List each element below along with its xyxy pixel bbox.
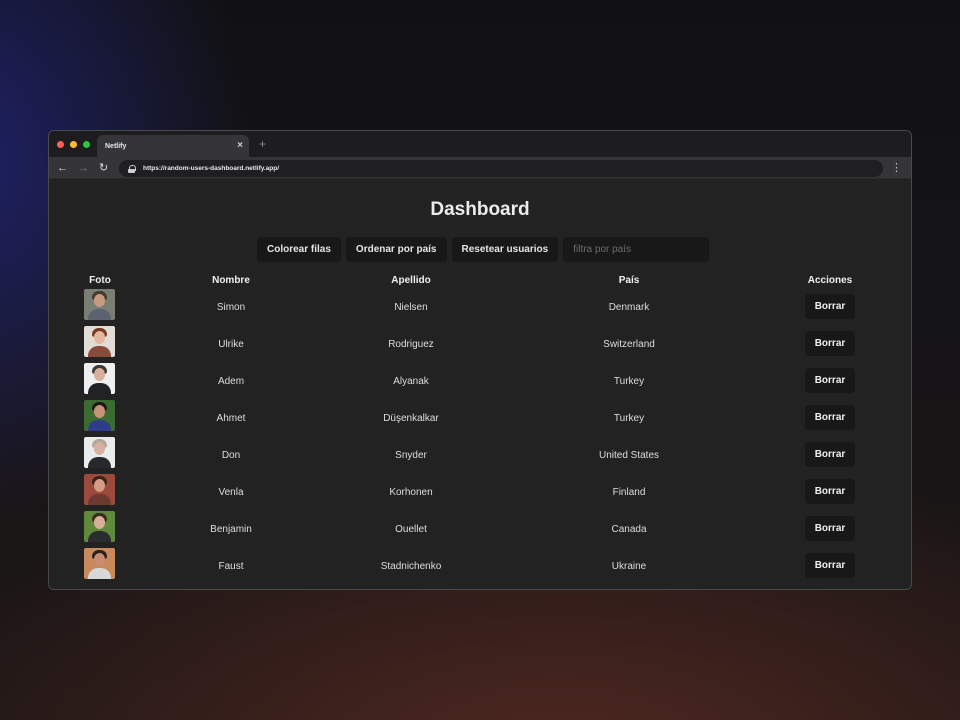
- delete-button[interactable]: Borrar: [805, 516, 855, 541]
- color-rows-button[interactable]: Colorear filas: [257, 237, 341, 262]
- last-name-cell: Snyder: [395, 450, 427, 461]
- table-body: Simon Nielsen Denmark Borrar Ulrike Rodr…: [49, 289, 911, 585]
- tab-bar: Netlify × +: [49, 131, 911, 157]
- country-cell: Switzerland: [603, 339, 655, 350]
- delete-button[interactable]: Borrar: [805, 331, 855, 356]
- first-name-cell: Adem: [217, 376, 245, 387]
- user-avatar: [84, 326, 115, 357]
- last-name-cell: Stadnichenko: [380, 561, 442, 572]
- last-name-cell: Nielsen: [394, 302, 428, 313]
- reload-icon[interactable]: ↻: [99, 161, 108, 175]
- first-name-cell: Ulrike: [218, 339, 244, 350]
- user-avatar: [84, 437, 115, 468]
- browser-toolbar: ← → ↻ https://random-users-dashboard.net…: [49, 157, 911, 179]
- last-name-cell: Ouellet: [395, 524, 427, 535]
- user-avatar: [84, 363, 115, 394]
- delete-button[interactable]: Borrar: [805, 405, 855, 430]
- minimize-window-dot[interactable]: [70, 141, 77, 148]
- user-avatar: [84, 400, 115, 431]
- country-cell: Canada: [611, 524, 647, 535]
- country-cell: Ukraine: [611, 561, 647, 572]
- table-row: Ulrike Rodriguez Switzerland Borrar: [49, 326, 911, 363]
- user-avatar: [84, 474, 115, 505]
- header-actions: Acciones: [807, 275, 853, 286]
- forward-arrow-icon[interactable]: →: [78, 161, 89, 175]
- delete-button[interactable]: Borrar: [805, 553, 855, 578]
- table-row: Ahmet Düşenkalkar Turkey Borrar: [49, 400, 911, 437]
- first-name-cell: Venla: [218, 487, 244, 498]
- lock-icon: [128, 164, 136, 173]
- browser-window: Netlify × + ← → ↻ https://random-users-d…: [48, 130, 912, 590]
- delete-button[interactable]: Borrar: [805, 294, 855, 319]
- user-avatar: [84, 548, 115, 579]
- table-row: Faust Stadnichenko Ukraine Borrar: [49, 548, 911, 585]
- address-bar[interactable]: https://random-users-dashboard.netlify.a…: [119, 160, 883, 177]
- first-name-cell: Ahmet: [216, 413, 246, 424]
- page-content: Dashboard Colorear filas Ordenar por paí…: [49, 179, 911, 589]
- delete-button[interactable]: Borrar: [805, 368, 855, 393]
- header-country: País: [618, 275, 640, 286]
- table-row: Don Snyder United States Borrar: [49, 437, 911, 474]
- country-cell: Denmark: [608, 302, 650, 313]
- table-row: Benjamin Ouellet Canada Borrar: [49, 511, 911, 548]
- tab-title: Netlify: [105, 142, 127, 150]
- header-first-name: Nombre: [212, 275, 250, 286]
- country-cell: Finland: [612, 487, 646, 498]
- last-name-cell: Rodriguez: [388, 339, 434, 350]
- browser-tab[interactable]: Netlify ×: [97, 135, 249, 157]
- maximize-window-dot[interactable]: [83, 141, 90, 148]
- first-name-cell: Benjamin: [210, 524, 252, 535]
- url-text: https://random-users-dashboard.netlify.a…: [143, 165, 280, 172]
- country-cell: Turkey: [613, 413, 645, 424]
- close-window-dot[interactable]: [57, 141, 64, 148]
- last-name-cell: Korhonen: [389, 487, 433, 498]
- browser-menu-icon[interactable]: ⋮: [891, 161, 902, 175]
- country-filter-input[interactable]: [563, 237, 710, 262]
- country-cell: United States: [598, 450, 660, 461]
- table-header: Foto Nombre Apellido País Acciones: [49, 275, 911, 289]
- country-cell: Turkey: [613, 376, 645, 387]
- table-row: Simon Nielsen Denmark Borrar: [49, 289, 911, 326]
- last-name-cell: Düşenkalkar: [383, 413, 439, 424]
- first-name-cell: Simon: [216, 302, 246, 313]
- users-table: Foto Nombre Apellido País Acciones Simon…: [49, 275, 911, 585]
- reset-users-button[interactable]: Resetear usuarios: [451, 237, 559, 262]
- delete-button[interactable]: Borrar: [805, 479, 855, 504]
- table-row: Venla Korhonen Finland Borrar: [49, 474, 911, 511]
- user-avatar: [84, 289, 115, 320]
- controls-bar: Colorear filas Ordenar por país Resetear…: [257, 237, 710, 262]
- table-row: Adem Alyanak Turkey Borrar: [49, 363, 911, 400]
- header-photo: Foto: [89, 275, 111, 286]
- delete-button[interactable]: Borrar: [805, 442, 855, 467]
- last-name-cell: Alyanak: [393, 376, 429, 387]
- header-last-name: Apellido: [391, 275, 431, 286]
- page-title: Dashboard: [430, 199, 530, 220]
- sort-by-country-button[interactable]: Ordenar por país: [345, 237, 447, 262]
- back-arrow-icon[interactable]: ←: [57, 161, 68, 175]
- first-name-cell: Don: [221, 450, 241, 461]
- user-avatar: [84, 511, 115, 542]
- close-tab-icon[interactable]: ×: [237, 140, 243, 152]
- first-name-cell: Faust: [218, 561, 244, 572]
- new-tab-icon[interactable]: +: [259, 138, 266, 150]
